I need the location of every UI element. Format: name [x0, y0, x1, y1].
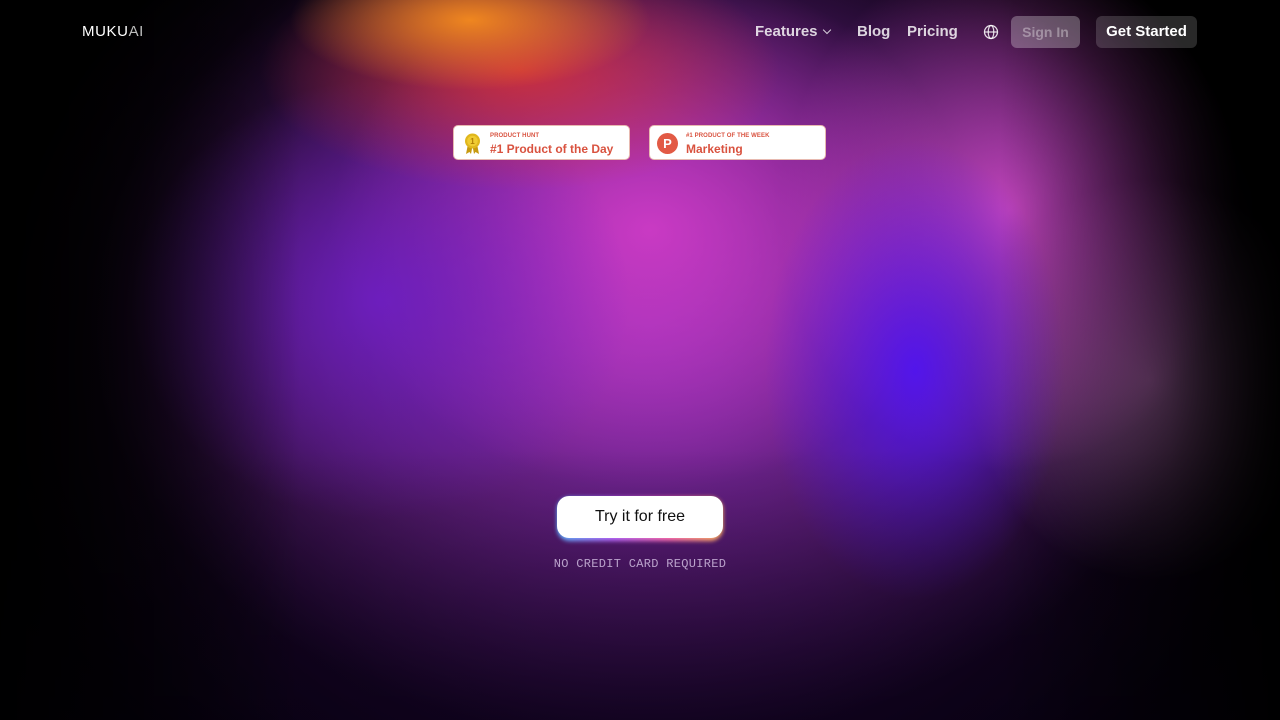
blog-link[interactable]: Blog	[857, 23, 890, 41]
pricing-link[interactable]: Pricing	[907, 23, 958, 41]
brand-logo[interactable]: MUKUAI	[82, 24, 144, 40]
product-of-week-badge[interactable]: P #1 PRODUCT OF THE WEEK Marketing	[649, 125, 826, 160]
sign-in-button[interactable]: Sign In	[1011, 16, 1080, 48]
logo-suffix-text: AI	[128, 23, 144, 40]
get-started-button[interactable]: Get Started	[1096, 16, 1197, 48]
features-menu[interactable]: Features	[755, 23, 831, 41]
landing-page: MUKUAI Features Blog Pricing Sign In Get…	[0, 0, 1280, 720]
product-of-day-badge[interactable]: 1 PRODUCT HUNT #1 Product of the Day	[453, 125, 630, 160]
chevron-down-icon	[822, 25, 831, 35]
product-hunt-icon: P	[657, 133, 678, 154]
background-vignette	[0, 0, 1280, 720]
badge-title: Marketing	[686, 142, 743, 156]
svg-text:1: 1	[470, 137, 475, 146]
no-credit-card-note: NO CREDIT CARD REQUIRED	[553, 557, 727, 571]
try-free-button[interactable]: Try it for free	[557, 496, 723, 538]
medal-icon: 1	[465, 133, 480, 154]
top-navigation: MUKUAI Features Blog Pricing Sign In Get…	[0, 0, 1280, 64]
badge-source-label: PRODUCT HUNT	[490, 133, 540, 139]
badge-source-label: #1 PRODUCT OF THE WEEK	[686, 133, 770, 139]
badge-title: #1 Product of the Day	[490, 142, 614, 156]
globe-icon[interactable]	[983, 24, 999, 40]
logo-main-text: MUKU	[82, 23, 129, 40]
features-label: Features	[755, 23, 818, 40]
